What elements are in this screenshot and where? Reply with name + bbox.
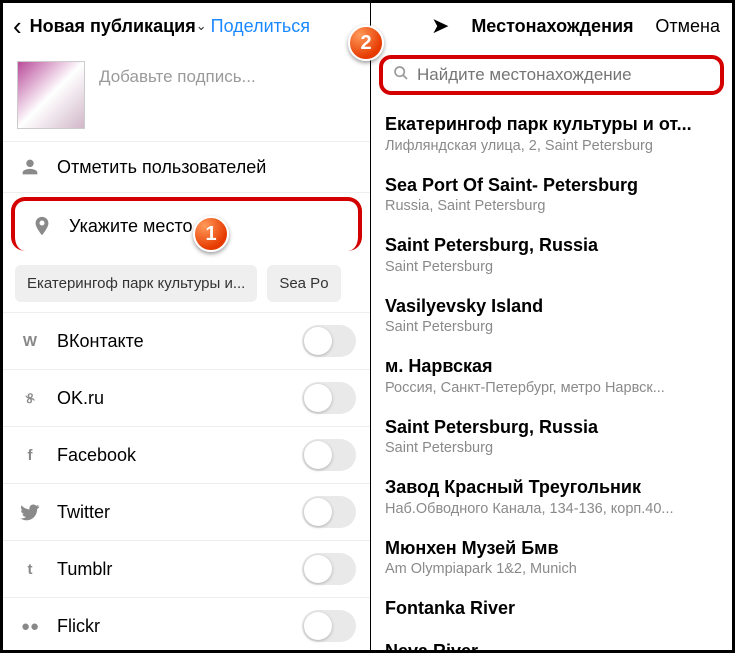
suggestion-pill[interactable]: Sea Po (267, 265, 340, 302)
location-item[interactable]: Saint Petersburg, RussiaSaint Petersburg (371, 406, 732, 467)
social-row-fb: f Facebook (3, 427, 370, 484)
caption-row[interactable]: Добавьте подпись... (3, 49, 370, 142)
toggle-tb[interactable] (302, 553, 356, 585)
location-sub: Saint Petersburg (385, 259, 718, 275)
location-item[interactable]: Neva River (371, 630, 732, 651)
location-sub: Лифляндская улица, 2, Saint Petersburg (385, 138, 718, 154)
vk-icon: W (17, 328, 43, 354)
location-sub: Russia, Saint Petersburg (385, 198, 718, 214)
search-icon (393, 65, 409, 86)
callout-2: 2 (348, 25, 384, 61)
location-sub: Saint Petersburg (385, 319, 718, 335)
ok-icon: ୫ (17, 385, 43, 411)
location-sub: Saint Petersburg (385, 440, 718, 456)
location-name: Vasilyevsky Island (385, 295, 718, 318)
location-item[interactable]: Завод Красный Треугольник Наб.Обводного К… (371, 466, 732, 527)
add-location-label: Укажите место (69, 216, 193, 237)
location-name: Saint Petersburg, Russia (385, 416, 718, 439)
tag-users-label: Отметить пользователей (57, 157, 266, 178)
search-wrap (379, 55, 724, 95)
twitter-icon (17, 499, 43, 525)
location-name: Fontanka River (385, 597, 718, 620)
left-header: ‹ Новая публикация ⌄ Поделиться (3, 3, 370, 49)
flickr-icon: ●● (17, 613, 43, 639)
location-name: Neva River (385, 640, 718, 651)
location-name: Sea Port Of Saint- Petersburg (385, 174, 718, 197)
location-name: Екатерингоф парк культуры и от... (385, 113, 718, 136)
right-header: ➤ Местонахождения Отмена (371, 3, 732, 49)
page-title: Новая публикация (30, 16, 196, 37)
cancel-button[interactable]: Отмена (655, 16, 720, 37)
social-row-ok: ୫ OK.ru (3, 370, 370, 427)
search-input[interactable] (417, 65, 710, 85)
social-label: Flickr (57, 616, 100, 637)
social-label: Twitter (57, 502, 110, 523)
new-post-panel: ‹ Новая публикация ⌄ Поделиться Добавьте… (3, 3, 371, 650)
social-list: W ВКонтакте ୫ OK.ru f Facebook Twitter t Tum… (3, 313, 370, 650)
post-thumbnail[interactable] (17, 61, 85, 129)
location-item[interactable]: Vasilyevsky IslandSaint Petersburg (371, 285, 732, 346)
location-item[interactable]: Екатерингоф парк культуры и от... Лифлянд… (371, 103, 732, 164)
location-name: Завод Красный Треугольник (385, 476, 718, 499)
locations-panel: ➤ Местонахождения Отмена Екатерингоф пар… (371, 3, 732, 650)
social-row-fl: ●● Flickr (3, 598, 370, 650)
person-icon (17, 154, 43, 180)
search-bar[interactable] (379, 55, 724, 95)
toggle-tw[interactable] (302, 496, 356, 528)
social-row-vk: W ВКонтакте (3, 313, 370, 370)
toggle-fb[interactable] (302, 439, 356, 471)
toggle-vk[interactable] (302, 325, 356, 357)
location-item[interactable]: Мюнхен Музей БмвAm Olympiapark 1&2, Muni… (371, 527, 732, 588)
pin-icon (29, 213, 55, 239)
location-sub: Россия, Санкт-Петербург, метро Нарвск... (385, 380, 718, 396)
location-suggestions: Екатерингоф парк культуры и... Sea Po (3, 255, 370, 313)
caption-placeholder[interactable]: Добавьте подпись... (99, 67, 256, 87)
locations-title: Местонахождения (471, 16, 633, 37)
location-sub: Наб.Обводного Канала, 134-136, корп.40..… (385, 501, 718, 517)
social-label: Tumblr (57, 559, 112, 580)
suggestion-pill[interactable]: Екатерингоф парк культуры и... (15, 265, 257, 302)
social-label: OK.ru (57, 388, 104, 409)
share-button[interactable]: Поделиться (211, 16, 310, 37)
location-item[interactable]: Fontanka River (371, 587, 732, 630)
tag-users-row[interactable]: Отметить пользователей (3, 142, 370, 193)
dropdown-icon[interactable]: ⌄ (196, 18, 207, 34)
location-item[interactable]: Sea Port Of Saint- PetersburgRussia, Sai… (371, 164, 732, 225)
location-arrow-icon[interactable]: ➤ (431, 13, 449, 39)
toggle-fl[interactable] (302, 610, 356, 642)
location-name: м. Нарвская (385, 355, 718, 378)
add-location-row[interactable]: Укажите место (11, 197, 362, 251)
toggle-ok[interactable] (302, 382, 356, 414)
location-name: Saint Petersburg, Russia (385, 234, 718, 257)
location-item[interactable]: м. Нарвская Россия, Санкт-Петербург, метр… (371, 345, 732, 406)
social-label: Facebook (57, 445, 136, 466)
social-label: ВКонтакте (57, 331, 144, 352)
social-row-tb: t Tumblr (3, 541, 370, 598)
location-item[interactable]: Saint Petersburg, Russia Saint Petersburg (371, 224, 732, 285)
social-row-tw: Twitter (3, 484, 370, 541)
facebook-icon: f (17, 442, 43, 468)
callout-1: 1 (193, 216, 229, 252)
tumblr-icon: t (17, 556, 43, 582)
location-list: Екатерингоф парк культуры и от... Лифлянд… (371, 103, 732, 650)
location-name: Мюнхен Музей Бмв (385, 537, 718, 560)
location-sub: Am Olympiapark 1&2, Munich (385, 561, 718, 577)
back-icon[interactable]: ‹ (13, 11, 22, 42)
